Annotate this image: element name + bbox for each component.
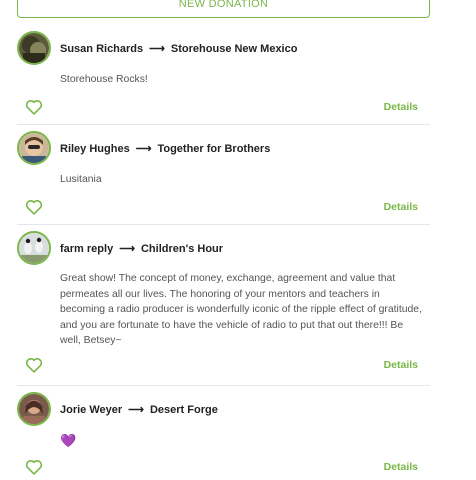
- donation-feed-page: NEW DONATION Susan Richards ⟶ Storehouse N…: [0, 0, 476, 480]
- donation-footer: Details: [17, 357, 430, 373]
- donor-to-recipient: Riley Hughes ⟶ Together for Brothers: [60, 142, 270, 155]
- arrow-right-icon: ⟶: [135, 142, 152, 155]
- details-link[interactable]: Details: [384, 101, 418, 113]
- avatar[interactable]: [17, 392, 51, 426]
- donation-item: farm reply ⟶ Children's Hour Great show! T…: [17, 225, 430, 386]
- avatar-image: [19, 233, 49, 263]
- donor-to-recipient: Susan Richards ⟶ Storehouse New Mexico: [60, 42, 297, 55]
- recipient-name[interactable]: Desert Forge: [150, 404, 218, 416]
- donation-footer: Details: [17, 459, 430, 475]
- donation-message: Lusitania: [60, 174, 102, 185]
- donation-feed: Susan Richards ⟶ Storehouse New Mexico Sto…: [17, 29, 430, 480]
- donor-name[interactable]: Riley Hughes: [60, 143, 130, 155]
- avatar-image: [19, 394, 49, 424]
- donor-to-recipient: farm reply ⟶ Children's Hour: [60, 242, 223, 255]
- donation-message: Storehouse Rocks!: [60, 74, 148, 85]
- heart-icon[interactable]: [25, 357, 43, 373]
- heart-icon[interactable]: [25, 99, 43, 115]
- donation-header: Jorie Weyer ⟶ Desert Forge: [17, 391, 430, 427]
- heart-icon[interactable]: [25, 199, 43, 215]
- arrow-right-icon: ⟶: [119, 242, 135, 255]
- donation-footer: Details: [17, 199, 430, 215]
- avatar[interactable]: [17, 131, 51, 165]
- donation-header: Susan Richards ⟶ Storehouse New Mexico: [17, 30, 430, 66]
- donor-name[interactable]: farm reply: [60, 243, 113, 255]
- recipient-name[interactable]: Together for Brothers: [157, 143, 270, 155]
- donation-item: Susan Richards ⟶ Storehouse New Mexico Sto…: [17, 29, 430, 125]
- details-link[interactable]: Details: [384, 461, 418, 473]
- donor-name[interactable]: Jorie Weyer: [60, 404, 122, 416]
- avatar[interactable]: [17, 31, 51, 65]
- donor-name[interactable]: Susan Richards: [60, 43, 143, 55]
- recipient-name[interactable]: Storehouse New Mexico: [171, 43, 298, 55]
- donation-header: farm reply ⟶ Children's Hour: [17, 230, 430, 266]
- recipient-name[interactable]: Children's Hour: [141, 243, 223, 255]
- details-link[interactable]: Details: [384, 201, 418, 213]
- donation-footer: Details: [17, 99, 430, 115]
- avatar-image: [19, 133, 49, 163]
- donation-item: Jorie Weyer ⟶ Desert Forge 💜 Details: [17, 386, 430, 480]
- arrow-right-icon: ⟶: [128, 403, 144, 416]
- avatar[interactable]: [17, 231, 51, 265]
- donor-to-recipient: Jorie Weyer ⟶ Desert Forge: [60, 403, 218, 416]
- heart-icon[interactable]: [25, 459, 43, 475]
- donation-message: Great show! The concept of money, exchan…: [60, 273, 422, 347]
- new-donation-button[interactable]: NEW DONATION: [17, 0, 430, 18]
- donation-item: Riley Hughes ⟶ Together for Brothers Lusit…: [17, 125, 430, 225]
- donation-header: Riley Hughes ⟶ Together for Brothers: [17, 130, 430, 166]
- donation-message: 💜: [60, 433, 77, 448]
- avatar-image: [19, 33, 49, 63]
- details-link[interactable]: Details: [384, 359, 418, 371]
- arrow-right-icon: ⟶: [149, 42, 165, 55]
